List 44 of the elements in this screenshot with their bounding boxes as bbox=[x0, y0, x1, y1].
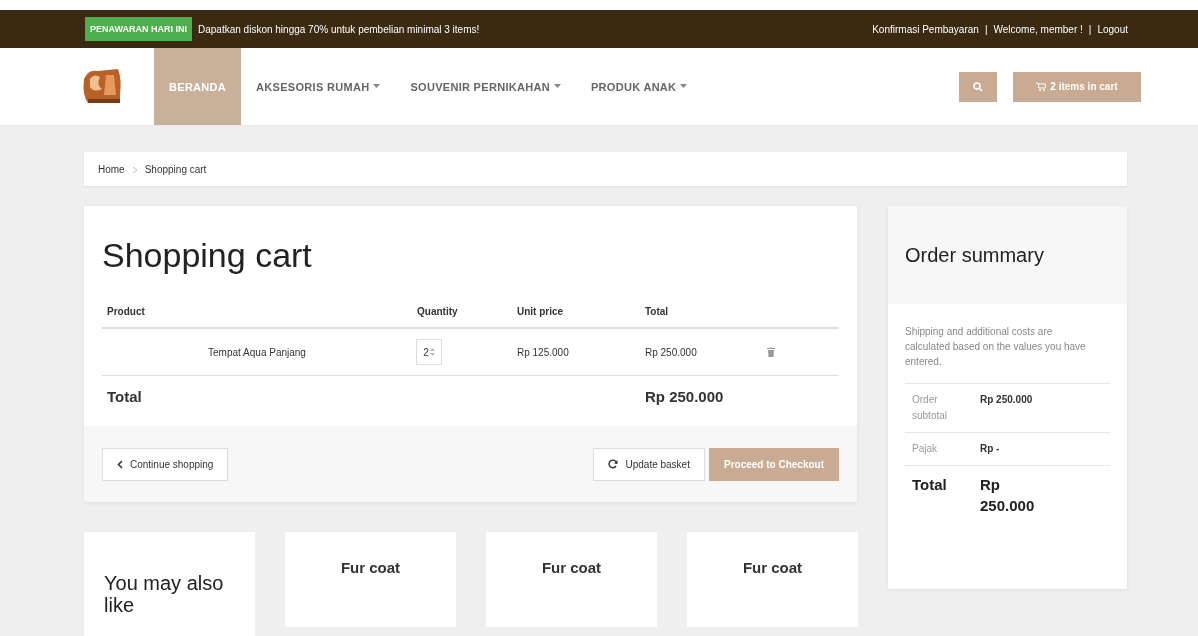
nav-tab[interactable]: AKSESORIS RUMAH bbox=[241, 48, 396, 125]
summary-label: Pajak bbox=[912, 442, 938, 456]
summary-label: Total bbox=[912, 475, 948, 495]
separator-text: | bbox=[984, 23, 988, 35]
continue-shopping-button[interactable]: Continue shopping bbox=[102, 447, 229, 481]
summary-label: Order subtotal bbox=[912, 393, 949, 423]
refresh-icon bbox=[608, 459, 619, 469]
column-header: Unit price bbox=[512, 295, 640, 329]
page-title: Shopping cart bbox=[102, 236, 313, 275]
trash-icon[interactable] bbox=[767, 347, 775, 357]
total-value: Rp 250.000 bbox=[645, 387, 724, 405]
summary-note: Shipping and additional costs are calculated based on the values you have entered. bbox=[905, 325, 1087, 369]
top-link[interactable]: Logout bbox=[1097, 23, 1128, 35]
summary-value: Rp 250.000 bbox=[980, 393, 1034, 407]
quantity-field[interactable]: 2 bbox=[416, 339, 442, 365]
chevron-left-icon bbox=[117, 459, 123, 469]
product-card[interactable]: Fur coat bbox=[285, 532, 456, 627]
spinner-icon[interactable] bbox=[429, 347, 435, 356]
separator-text: | bbox=[1088, 23, 1092, 35]
top-link[interactable]: Welcome, member ! bbox=[993, 23, 1083, 35]
summary-title: Order summary bbox=[888, 206, 1127, 304]
cart-icon bbox=[1036, 82, 1047, 91]
breadcrumb-current: Shopping cart bbox=[144, 163, 207, 175]
search-button[interactable] bbox=[959, 71, 997, 102]
section-title: You may also like bbox=[104, 572, 225, 618]
table-cell: Rp 250.000 bbox=[645, 346, 697, 358]
nav-tab[interactable]: SOUVENIR PERNIKAHAN bbox=[395, 48, 576, 125]
search-icon bbox=[973, 81, 983, 92]
promo-text: Dapatkan diskon hingga 70% untuk pembelian minimal 3 items! bbox=[198, 23, 480, 35]
breadcrumb-link[interactable]: Home bbox=[98, 163, 125, 175]
total-label: Total bbox=[107, 387, 142, 405]
product-card[interactable]: Fur coat bbox=[687, 532, 858, 627]
summary-value: Rp - bbox=[980, 442, 1001, 456]
product-card[interactable]: Fur coat bbox=[486, 532, 657, 627]
table-cell: Rp 125.000 bbox=[517, 346, 569, 358]
summary-value: Rp 250.000 bbox=[980, 475, 1036, 516]
update-basket-button[interactable]: Update basket bbox=[593, 447, 705, 481]
column-header: Product bbox=[102, 295, 412, 329]
column-header: Total bbox=[640, 295, 762, 329]
column-header: Quantity bbox=[412, 295, 512, 329]
top-link[interactable]: Konfirmasi Pembayaran bbox=[872, 23, 979, 35]
promo-badge: PENAWARAN HARI INI bbox=[85, 17, 192, 41]
nav-tab[interactable]: PRODUK ANAK bbox=[575, 48, 703, 125]
product-name: Tempat Aqua Panjang bbox=[208, 346, 306, 358]
